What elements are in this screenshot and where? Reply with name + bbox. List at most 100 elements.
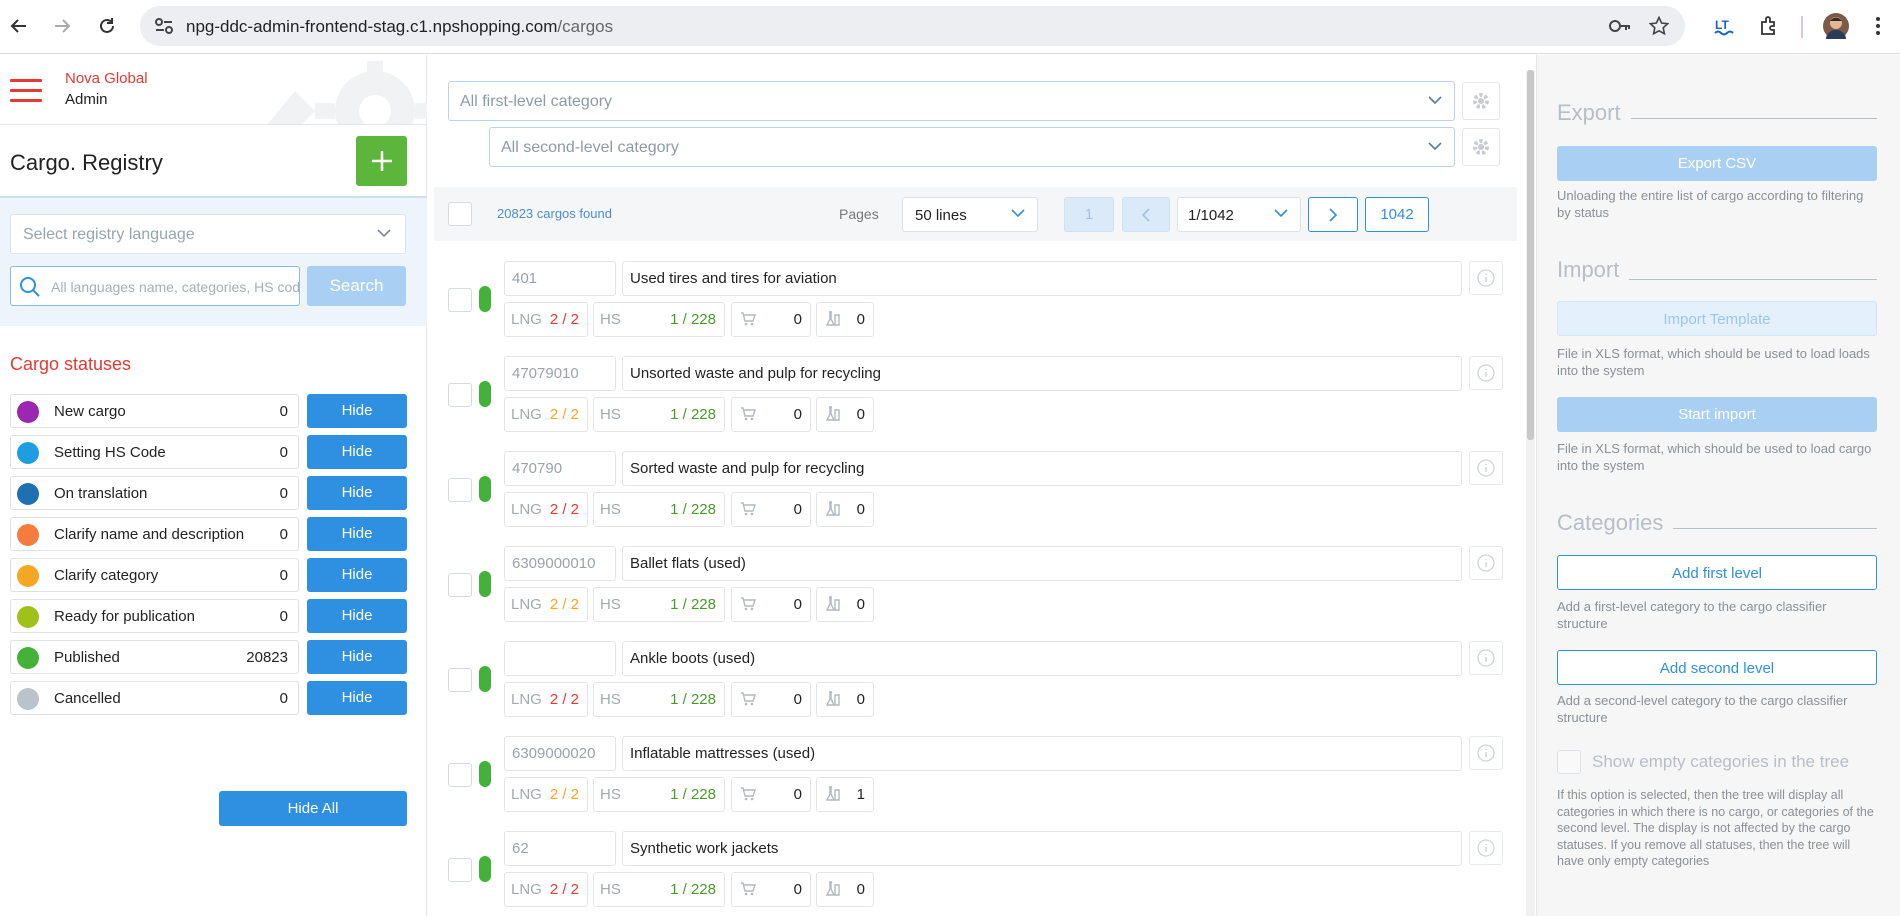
reload-icon[interactable]	[94, 13, 120, 39]
brand-header: Nova Global Admin	[0, 55, 427, 125]
hs-code-field[interactable]: 47079010	[504, 356, 616, 391]
lab-badge: 0	[816, 302, 874, 337]
search-input[interactable]: All languages name, categories, HS code	[10, 266, 300, 306]
hide-status-button[interactable]: Hide	[307, 517, 407, 551]
select-all-checkbox[interactable]	[448, 202, 472, 226]
plus-icon	[371, 151, 392, 171]
hs-code-field[interactable]: 62	[504, 831, 616, 866]
scrollbar-thumb[interactable]	[1527, 70, 1534, 440]
search-icon	[20, 277, 40, 297]
password-key-icon[interactable]	[1608, 17, 1632, 40]
language-tool-icon[interactable]: LT	[1713, 14, 1737, 38]
lab-badge: 1	[816, 777, 874, 812]
cargo-checkbox[interactable]	[448, 573, 472, 597]
lng-badge: LNG 2 / 2	[504, 587, 588, 622]
export-csv-button[interactable]: Export CSV	[1557, 146, 1877, 181]
registry-language-select[interactable]: Select registry language	[10, 214, 406, 254]
status-item[interactable]: On translation 0	[10, 476, 299, 510]
status-item[interactable]: Clarify category 0	[10, 558, 299, 592]
flask-icon	[825, 311, 841, 331]
first-level-category-select[interactable]: All first-level category	[448, 81, 1455, 121]
status-item[interactable]: Clarify name and description 0	[10, 517, 299, 551]
last-page-button[interactable]: 1042	[1365, 197, 1429, 232]
chevron-down-icon	[1428, 96, 1442, 105]
first-level-settings-button[interactable]	[1462, 82, 1500, 120]
cargo-name-field[interactable]: Unsorted waste and pulp for recycling	[622, 356, 1462, 391]
address-bar[interactable]: npg-ddc-admin-frontend-stag.c1.npshoppin…	[140, 6, 1685, 46]
status-item[interactable]: Cancelled 0	[10, 681, 299, 715]
next-page-button[interactable]	[1308, 197, 1358, 232]
status-indicator	[479, 856, 491, 882]
status-item[interactable]: Ready for publication 0	[10, 599, 299, 633]
chevron-right-icon	[1329, 208, 1338, 222]
cargo-checkbox[interactable]	[448, 478, 472, 502]
cargo-name-field[interactable]: Synthetic work jackets	[622, 831, 1462, 866]
info-icon[interactable]	[1469, 641, 1503, 675]
add-cargo-button[interactable]	[356, 136, 407, 186]
hide-status-button[interactable]: Hide	[307, 681, 407, 715]
info-icon[interactable]	[1469, 831, 1503, 865]
prev-page-button[interactable]	[1122, 197, 1170, 232]
page-title: Cargo. Registry	[10, 150, 163, 175]
registry-filter-panel: Select registry language All languages n…	[0, 196, 427, 326]
status-item[interactable]: Published 20823	[10, 640, 299, 674]
info-icon[interactable]	[1469, 261, 1503, 295]
lab-badge: 0	[816, 682, 874, 717]
cargo-name-field[interactable]: Sorted waste and pulp for recycling	[622, 451, 1462, 486]
extensions-icon[interactable]	[1757, 14, 1781, 38]
site-info-icon[interactable]	[154, 17, 174, 40]
hs-code-field[interactable]: 6309000010	[504, 546, 616, 581]
status-item[interactable]: Setting HS Code 0	[10, 435, 299, 469]
hide-status-button[interactable]: Hide	[307, 558, 407, 592]
hide-status-button[interactable]: Hide	[307, 435, 407, 469]
bookmark-star-icon[interactable]	[1648, 15, 1670, 41]
page-select[interactable]: 1/1042	[1177, 197, 1301, 232]
browser-menu-icon[interactable]	[1866, 14, 1890, 38]
profile-avatar[interactable]	[1823, 13, 1849, 39]
second-level-settings-button[interactable]	[1462, 128, 1500, 166]
hide-all-button[interactable]: Hide All	[219, 791, 407, 826]
info-icon[interactable]	[1469, 546, 1503, 580]
forward-icon[interactable]	[49, 13, 75, 39]
cargo-name-field[interactable]: Ankle boots (used)	[622, 641, 1462, 676]
hide-status-button[interactable]: Hide	[307, 640, 407, 674]
hide-status-button[interactable]: Hide	[307, 599, 407, 633]
lines-per-page-select[interactable]: 50 lines	[902, 197, 1038, 232]
status-row: New cargo 0 Hide	[10, 394, 410, 428]
hs-code-field[interactable]	[504, 641, 616, 676]
status-indicator	[479, 286, 491, 312]
cargo-checkbox[interactable]	[448, 763, 472, 787]
hide-status-button[interactable]: Hide	[307, 476, 407, 510]
cargo-name-field[interactable]: Used tires and tires for aviation	[622, 261, 1462, 296]
import-template-button[interactable]: Import Template	[1557, 301, 1877, 336]
cargo-name-field[interactable]: Ballet flats (used)	[622, 546, 1462, 581]
status-item[interactable]: New cargo 0	[10, 394, 299, 428]
cargo-checkbox[interactable]	[448, 858, 472, 882]
url-text: npg-ddc-admin-frontend-stag.c1.npshoppin…	[186, 17, 614, 36]
hs-code-field[interactable]: 6309000020	[504, 736, 616, 771]
back-icon[interactable]	[6, 13, 32, 39]
start-import-button[interactable]: Start import	[1557, 397, 1877, 432]
first-page-button[interactable]: 1	[1064, 197, 1114, 232]
info-icon[interactable]	[1469, 451, 1503, 485]
cargo-name-field[interactable]: Inflatable mattresses (used)	[622, 736, 1462, 771]
cargo-row: 6309000020 Inflatable mattresses (used) LN…	[428, 736, 1528, 831]
chevron-down-icon	[1428, 142, 1442, 151]
cargo-checkbox[interactable]	[448, 383, 472, 407]
info-icon[interactable]	[1469, 356, 1503, 390]
hamburger-menu-icon[interactable]	[10, 79, 42, 103]
add-first-level-button[interactable]: Add first level	[1557, 555, 1877, 590]
hide-status-button[interactable]: Hide	[307, 394, 407, 428]
cargo-checkbox[interactable]	[448, 668, 472, 692]
show-empty-categories-checkbox[interactable]	[1557, 750, 1581, 774]
search-button[interactable]: Search	[307, 266, 406, 306]
hs-code-field[interactable]: 401	[504, 261, 616, 296]
cargo-checkbox[interactable]	[448, 288, 472, 312]
second-level-category-select[interactable]: All second-level category	[489, 127, 1455, 167]
lng-badge: LNG 2 / 2	[504, 492, 588, 527]
hs-code-field[interactable]: 470790	[504, 451, 616, 486]
info-icon[interactable]	[1469, 736, 1503, 770]
cart-badge: 0	[731, 587, 811, 622]
add-second-level-button[interactable]: Add second level	[1557, 650, 1877, 685]
status-indicator	[479, 761, 491, 787]
